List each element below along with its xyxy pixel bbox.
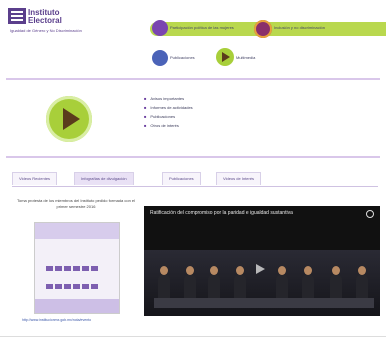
bullet-link-informes[interactable]: Informes de actividades — [144, 103, 192, 112]
section-divider-2 — [6, 156, 380, 158]
nav-link-inclusion[interactable]: Inclusión y no discriminación — [274, 25, 325, 30]
poster-caption: Toma protesta de los miembros del Instit… — [16, 198, 136, 209]
bullet-link-publicaciones[interactable]: Publicaciones — [144, 112, 193, 121]
site-logo[interactable]: Instituto Electoral Igualdad de Género y… — [6, 6, 146, 36]
video-frame — [144, 250, 380, 316]
top-navigation: Participación política de las mujeres In… — [150, 12, 386, 72]
women-participation-icon[interactable] — [152, 20, 168, 36]
inclusion-icon[interactable] — [254, 20, 272, 38]
tab-publicaciones[interactable]: Publicaciones — [162, 172, 201, 185]
video-play-icon[interactable] — [256, 264, 265, 274]
multimedia-play-icon[interactable] — [216, 48, 234, 66]
tab-videos-interes[interactable]: Videos de Interés — [216, 172, 262, 185]
video-title[interactable]: Ratificación del compromiso por la parid… — [150, 210, 293, 216]
nav-link-participacion[interactable]: Participación política de las mujeres — [170, 25, 234, 30]
logo-name: Instituto Electoral — [28, 8, 62, 25]
tab-videos-recientes[interactable]: Videos Recientes — [12, 172, 58, 185]
video-share-icon[interactable] — [366, 210, 374, 218]
nav-link-publicaciones[interactable]: Publicaciones — [170, 55, 195, 60]
video-player[interactable]: Ratificación del compromiso por la parid… — [144, 206, 380, 316]
nav-link-multimedia[interactable]: Multimedia — [236, 55, 255, 60]
logo-icon — [8, 8, 26, 24]
footer-divider — [0, 336, 386, 337]
bullet-link-otros[interactable]: Otros de interés — [144, 121, 193, 130]
event-poster-image[interactable] — [34, 222, 120, 314]
section-divider — [6, 78, 380, 80]
multimedia-links: Avisos importantes Informes de actividad… — [144, 94, 193, 130]
multimedia-hero-play-icon[interactable] — [46, 96, 92, 142]
bullet-link-avisos[interactable]: Avisos importantes — [144, 94, 193, 103]
tabs-underline — [12, 186, 378, 187]
poster-link[interactable]: http://www.institucionmx.gob.mx/nota/eve… — [22, 318, 132, 322]
tab-infografias[interactable]: Infografías de divulgación — [74, 172, 134, 185]
media-tabs: Videos Recientes Infografías de divulgac… — [12, 172, 378, 186]
logo-tagline: Igualdad de Género y No Discriminación — [10, 28, 82, 33]
publications-icon[interactable] — [152, 50, 168, 66]
